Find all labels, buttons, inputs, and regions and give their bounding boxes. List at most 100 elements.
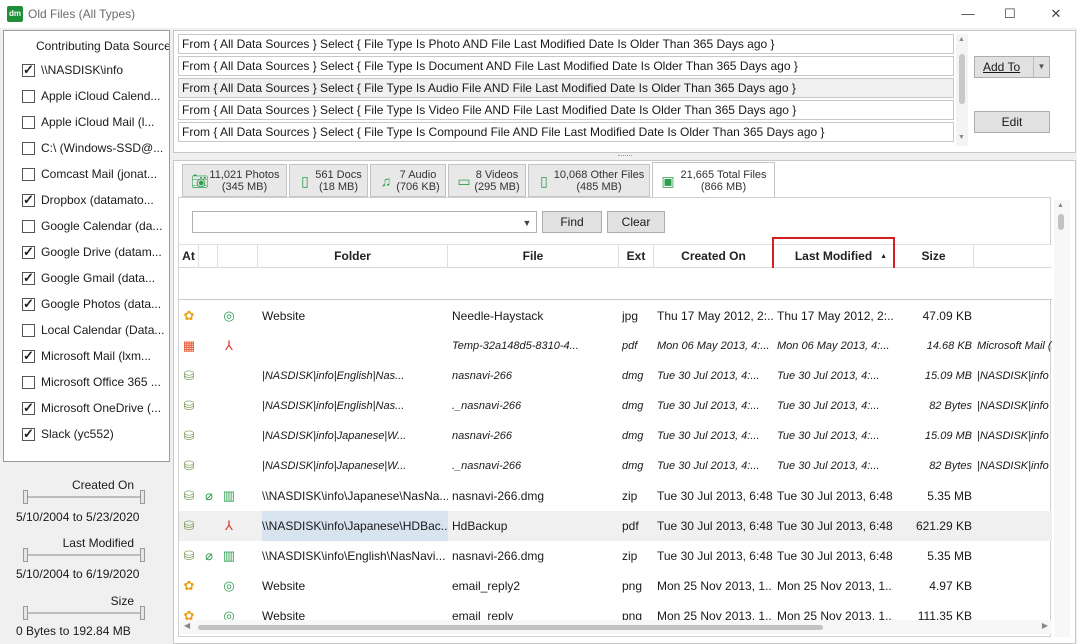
cell-modified: Mon 25 Nov 2013, 1...: [777, 579, 893, 593]
data-source-checkbox[interactable]: [22, 376, 35, 389]
attachment-icon: ⌀: [205, 488, 213, 503]
cell-ext: zip: [622, 489, 638, 503]
data-source-label: Local Calendar (Data...: [41, 323, 165, 337]
size-min-handle[interactable]: [23, 606, 28, 620]
edit-button[interactable]: Edit: [974, 111, 1050, 133]
cell-size: 5.35 MB: [927, 549, 972, 563]
created-on-max-handle[interactable]: [140, 490, 145, 504]
tab-audio-size: (706 KB): [396, 181, 440, 193]
query-row[interactable]: From { All Data Sources } Select { File …: [178, 78, 954, 98]
table-row[interactable]: ✿ ◎ Website Needle-Haystack jpg Thu 17 May 20…: [179, 301, 1052, 331]
query-list: From { All Data Sources } Select { File …: [178, 34, 954, 144]
data-source-checkbox[interactable]: [22, 116, 35, 129]
table-row[interactable]: ⛁ ⅄ \\NASDISK\info\Japanese\HDBac... HdBack…: [179, 511, 1052, 541]
created-on-slider[interactable]: [23, 490, 145, 504]
cell-location: Microsoft Mail (l: [977, 340, 1052, 352]
cell-file: nasnavi-266: [452, 370, 512, 382]
table-row[interactable]: ⛁ |NASDISK|info|English|Nas... ._nasnavi-2…: [179, 391, 1052, 421]
data-source-checkbox[interactable]: [22, 348, 35, 364]
data-source-checkbox[interactable]: [22, 296, 35, 312]
data-source-checkbox[interactable]: [22, 220, 35, 233]
table-row[interactable]: ✿ ◎ Website email_reply2 png Mon 25 Nov 2013,…: [179, 571, 1052, 601]
horizontal-scroll-thumb[interactable]: [198, 625, 823, 630]
nas-drive-icon: ⛁: [183, 548, 195, 563]
data-source-checkbox[interactable]: [22, 62, 35, 78]
cell-modified: Tue 30 Jul 2013, 4:...: [777, 400, 880, 412]
table-row[interactable]: ⛁ ⌀ ▥ \\NASDISK\info\English\NasNavi... nasn…: [179, 541, 1052, 571]
table-row[interactable]: ⛁ ⌀ ▥ \\NASDISK\info\Japanese\NasNa... nasna…: [179, 481, 1052, 511]
grid-vertical-scrollbar[interactable]: ▲: [1054, 200, 1070, 637]
table-row[interactable]: ▦ ⅄ Temp-32a148d5-8310-4... pdf Mon 06 May 2…: [179, 331, 1052, 361]
table-row[interactable]: ⛁ |NASDISK|info|Japanese|W... ._nasnavi-26…: [179, 451, 1052, 481]
data-source-label: Google Calendar (da...: [41, 219, 163, 233]
column-created-on[interactable]: Created On: [654, 245, 774, 269]
grid-filter-row[interactable]: [179, 268, 1052, 300]
find-button[interactable]: Find: [542, 211, 602, 233]
data-source-checkbox[interactable]: [22, 270, 35, 286]
column-ext[interactable]: Ext: [619, 245, 654, 269]
data-source-checkbox[interactable]: [22, 192, 35, 208]
cell-file: Needle-Haystack: [452, 309, 544, 323]
cell-created: Tue 30 Jul 2013, 4:...: [657, 400, 760, 412]
vertical-scroll-thumb[interactable]: [1058, 214, 1064, 230]
query-scrollbar[interactable]: ▲ ▼: [956, 34, 968, 146]
cell-size: 4.97 KB: [929, 579, 972, 593]
column-file[interactable]: File: [448, 245, 619, 269]
tab-videos[interactable]: ▭ 8 Videos (295 MB): [448, 164, 526, 197]
close-button[interactable]: ✕: [1033, 0, 1077, 28]
panel-splitter[interactable]: [618, 155, 632, 158]
tab-photos[interactable]: 📷︎ 11,021 Photos (345 MB): [182, 164, 287, 197]
tab-total-files[interactable]: ▣ 21,665 Total Files (866 MB): [652, 162, 775, 198]
table-row[interactable]: ⛁ |NASDISK|info|English|Nas... nasnavi-266…: [179, 361, 1052, 391]
tab-other-files[interactable]: ▯ 10,068 Other Files (485 MB): [528, 164, 650, 197]
cell-modified: Tue 30 Jul 2013, 4:...: [777, 460, 880, 472]
camera-icon: 📷︎: [191, 173, 209, 189]
query-row[interactable]: From { All Data Sources } Select { File …: [178, 56, 954, 76]
size-max-handle[interactable]: [140, 606, 145, 620]
created-on-min-handle[interactable]: [23, 490, 28, 504]
data-source-checkbox[interactable]: [22, 90, 35, 103]
clear-button[interactable]: Clear: [607, 211, 665, 233]
tab-videos-count: 8 Videos: [475, 169, 519, 181]
data-source-checkbox[interactable]: [22, 426, 35, 442]
column-icon-1[interactable]: [199, 245, 218, 269]
data-source-checkbox[interactable]: [22, 324, 35, 337]
cell-ext: dmg: [622, 460, 644, 472]
data-source-checkbox[interactable]: [22, 142, 35, 155]
data-source-checkbox[interactable]: [22, 168, 35, 181]
column-size[interactable]: Size: [894, 245, 974, 269]
search-combo[interactable]: ▼: [192, 211, 537, 233]
column-folder[interactable]: Folder: [258, 245, 448, 269]
column-location[interactable]: [974, 245, 1052, 269]
table-row[interactable]: ⛁ |NASDISK|info|Japanese|W... nasnavi-266 d…: [179, 421, 1052, 451]
cell-created: Tue 30 Jul 2013, 4:...: [657, 430, 760, 442]
column-at[interactable]: At: [179, 245, 199, 269]
cell-folder: \\NASDISK\info\Japanese\NasNa...: [262, 489, 448, 503]
data-source-checkbox[interactable]: [22, 244, 35, 260]
last-modified-slider[interactable]: [23, 548, 145, 562]
minimize-button[interactable]: —: [945, 0, 991, 28]
last-modified-max-handle[interactable]: [140, 548, 145, 562]
tab-audio[interactable]: ♫ 7 Audio (706 KB): [370, 164, 446, 197]
data-source-checkbox[interactable]: [22, 400, 35, 416]
size-slider[interactable]: [23, 606, 145, 620]
cell-created: Tue 30 Jul 2013, 6:48...: [657, 519, 773, 533]
query-row[interactable]: From { All Data Sources } Select { File …: [178, 122, 954, 142]
maximize-button[interactable]: ☐: [987, 0, 1033, 28]
last-modified-min-handle[interactable]: [23, 548, 28, 562]
column-icon-2[interactable]: [218, 245, 258, 269]
cell-file: nasnavi-266.dmg: [452, 549, 545, 563]
add-to-button[interactable]: Add To ▼: [974, 56, 1050, 78]
tab-docs[interactable]: ▯ 561 Docs (18 MB): [289, 164, 368, 197]
data-source-label: Dropbox (datamato...: [41, 193, 154, 207]
data-source-label: Microsoft Office 365 ...: [41, 375, 161, 389]
tab-total-count: 21,665 Total Files: [680, 169, 767, 181]
cell-modified: Tue 30 Jul 2013, 6:48...: [777, 519, 893, 533]
data-source-label: Google Drive (datam...: [41, 245, 162, 259]
chevron-down-icon[interactable]: ▼: [1033, 57, 1049, 77]
chevron-down-icon[interactable]: ▼: [521, 215, 533, 231]
query-row[interactable]: From { All Data Sources } Select { File …: [178, 100, 954, 120]
query-row[interactable]: From { All Data Sources } Select { File …: [178, 34, 954, 54]
grid-horizontal-scrollbar[interactable]: ◀ ▶: [180, 620, 1052, 634]
add-to-label: Add To: [983, 60, 1021, 74]
